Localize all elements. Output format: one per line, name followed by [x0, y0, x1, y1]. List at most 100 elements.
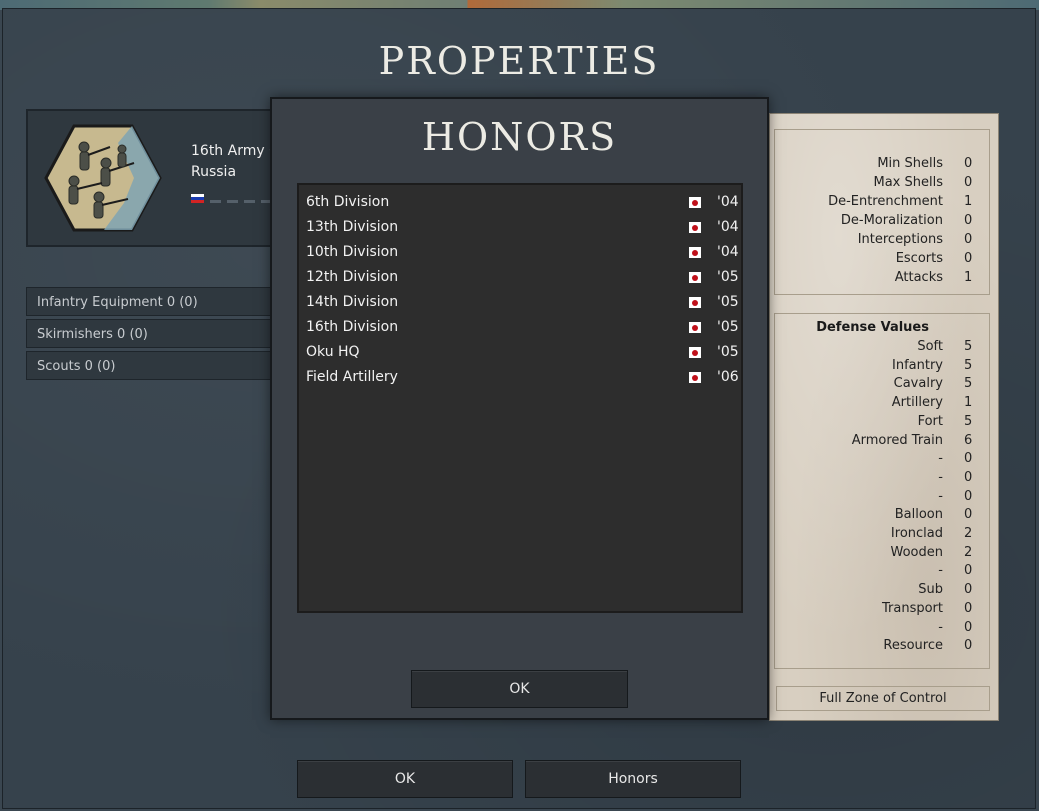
- defense-stat-value: 0: [964, 582, 973, 598]
- honor-year: '04: [717, 219, 739, 235]
- honor-year: '04: [717, 244, 739, 260]
- defense-stat-label: -: [938, 488, 943, 504]
- japan-flag-icon: [689, 247, 701, 258]
- honors-title: HONORS: [421, 115, 618, 159]
- defense-stat-label: Transport: [881, 600, 943, 616]
- attack-stat-value: 0: [964, 156, 973, 171]
- defense-stat-value: 0: [964, 451, 973, 467]
- honor-row[interactable]: 10th Division '04: [299, 241, 739, 266]
- defense-stat-value: 5: [964, 413, 973, 429]
- unit-summary: 16th Army C Russia: [26, 109, 286, 247]
- defense-stat-value: 0: [964, 563, 973, 579]
- defense-stat-value: 0: [964, 619, 973, 635]
- defense-stat-value: 0: [964, 488, 973, 504]
- honors-list: 6th Division '04 13th Division '04 10th Divi…: [297, 183, 743, 613]
- defense-stat-value: 5: [964, 376, 973, 392]
- defense-stat-value: 0: [964, 469, 973, 485]
- unit-name: 16th Army C: [191, 143, 279, 159]
- defense-stat-value: 1: [964, 395, 973, 411]
- attack-stat-value: 0: [964, 175, 973, 190]
- attack-stat-label: Min Shells: [877, 156, 943, 171]
- attack-stat-label: Escorts: [895, 251, 943, 266]
- honors-button[interactable]: Honors: [525, 760, 741, 798]
- equipment-list: Infantry Equipment 0 (0) Skirmishers 0 (…: [26, 287, 276, 383]
- strength-indicator: [191, 188, 278, 207]
- equipment-item-skirmishers[interactable]: Skirmishers 0 (0): [26, 319, 276, 348]
- japan-flag-icon: [689, 322, 701, 333]
- honor-year: '05: [717, 344, 739, 360]
- honor-name: Field Artillery: [306, 369, 398, 385]
- honor-year: '06: [717, 369, 739, 385]
- defense-stat-value: 2: [964, 544, 973, 560]
- honor-name: 12th Division: [306, 269, 399, 285]
- unit-nation: Russia: [191, 164, 237, 180]
- japan-flag-icon: [689, 372, 701, 383]
- defense-stat-label: Sub: [918, 582, 943, 598]
- attack-stat-label: Interceptions: [857, 232, 943, 247]
- defense-stat-label: Armored Train: [851, 432, 943, 448]
- defense-stat-label: -: [938, 563, 943, 579]
- russia-flag-icon: [191, 194, 204, 203]
- attack-stat-value: 0: [964, 213, 973, 228]
- defense-stat-label: Balloon: [894, 507, 943, 523]
- defense-stat-label: Soft: [917, 339, 943, 354]
- stats-panel: Min Shells 0 Max Shells 0 De-Entrenchment 1 De…: [769, 113, 999, 721]
- honor-year: '05: [717, 319, 739, 335]
- defense-stat-value: 5: [964, 339, 973, 354]
- honor-name: Oku HQ: [306, 344, 360, 360]
- defense-stat-label: Infantry: [892, 357, 943, 373]
- defense-stat-label: Artillery: [891, 395, 943, 411]
- infantry-unit-icon: [44, 124, 162, 232]
- attack-stat-value: 1: [964, 194, 973, 209]
- japan-flag-icon: [689, 197, 701, 208]
- defense-stat-label: Cavalry: [893, 376, 943, 392]
- honors-ok-button[interactable]: OK: [411, 670, 628, 708]
- honor-year: '05: [717, 294, 739, 310]
- honor-year: '04: [717, 194, 739, 210]
- defense-stat-label: Ironclad: [890, 526, 943, 541]
- honor-name: 6th Division: [306, 194, 390, 210]
- honor-year: '05: [717, 269, 739, 285]
- honor-name: 14th Division: [306, 294, 399, 310]
- defense-stat-value: 0: [964, 507, 973, 523]
- attack-stat-label: De-Entrenchment: [828, 194, 943, 209]
- japan-flag-icon: [689, 222, 701, 233]
- japan-flag-icon: [689, 272, 701, 283]
- honor-row[interactable]: 6th Division '04: [299, 191, 739, 216]
- attack-stat-label: Max Shells: [873, 175, 944, 190]
- defense-stat-label: -: [938, 451, 943, 467]
- honor-row[interactable]: 16th Division '05: [299, 316, 739, 341]
- honors-dialog: HONORS 6th Division '04 13th Division '04 10…: [270, 97, 769, 720]
- defense-stat-value: 6: [964, 432, 973, 448]
- attack-stat-label: Attacks: [894, 270, 943, 285]
- equipment-item-scouts[interactable]: Scouts 0 (0): [26, 351, 276, 380]
- defense-values-box: Defense Values Soft 5 Infantry 5 Cavalry 5 Art…: [774, 313, 990, 669]
- japan-flag-icon: [689, 347, 701, 358]
- honor-name: 10th Division: [306, 244, 399, 260]
- zone-of-control-label: Full Zone of Control: [776, 686, 990, 711]
- honor-row[interactable]: Oku HQ '05: [299, 341, 739, 366]
- defense-stat-label: Fort: [917, 413, 943, 429]
- attack-stat-value: 0: [964, 232, 973, 247]
- defense-stat-value: 0: [964, 638, 973, 654]
- honor-name: 13th Division: [306, 219, 399, 235]
- defense-stat-label: -: [938, 619, 943, 635]
- defense-stat-value: 0: [964, 600, 973, 616]
- honor-row[interactable]: Field Artillery '06: [299, 366, 739, 391]
- defense-stat-value: 5: [964, 357, 973, 373]
- honor-row[interactable]: 12th Division '05: [299, 266, 739, 291]
- attack-stat-value: 1: [964, 270, 973, 285]
- equipment-item-infantry-equipment[interactable]: Infantry Equipment 0 (0): [26, 287, 276, 316]
- defense-stat-label: Resource: [883, 638, 943, 654]
- ok-button[interactable]: OK: [297, 760, 513, 798]
- defense-values-title: Defense Values: [816, 320, 929, 335]
- attack-stat-label: De-Moralization: [840, 213, 943, 228]
- attack-stat-value: 0: [964, 251, 973, 266]
- honor-name: 16th Division: [306, 319, 399, 335]
- properties-title: PROPERTIES: [378, 39, 660, 83]
- defense-stat-label: -: [938, 469, 943, 485]
- honor-row[interactable]: 13th Division '04: [299, 216, 739, 241]
- defense-stat-value: 2: [964, 526, 973, 541]
- honor-row[interactable]: 14th Division '05: [299, 291, 739, 316]
- japan-flag-icon: [689, 297, 701, 308]
